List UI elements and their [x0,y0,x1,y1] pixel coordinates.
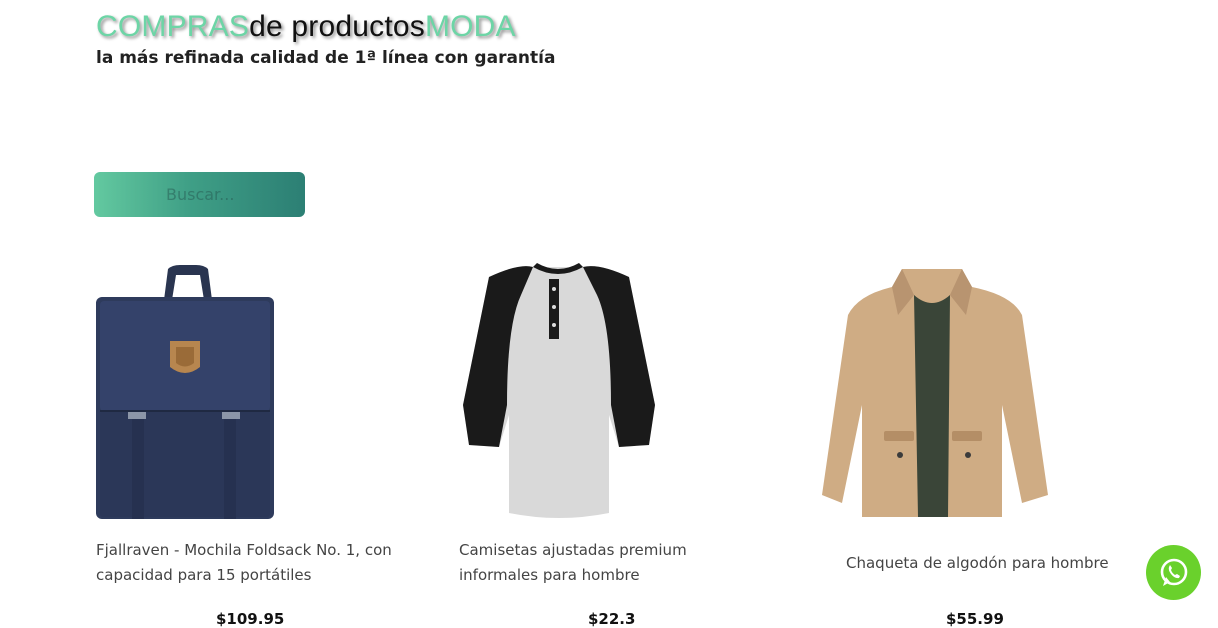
product-card[interactable]: Camisetas ajustadas premium informales p… [459,255,759,628]
product-price: $55.99 [946,610,1004,628]
product-name[interactable]: Camisetas ajustadas premium informales p… [459,538,759,588]
product-card[interactable]: Fjallraven - Mochila Foldsack No. 1, con… [96,255,396,628]
shirt-image [463,263,655,518]
whatsapp-button[interactable] [1146,545,1201,600]
brand-part-moda: MODA [424,10,516,43]
product-price: $109.95 [216,610,285,628]
tagline: la más refinada calidad de 1ª línea con … [96,48,556,68]
whatsapp-icon [1160,558,1187,586]
brand-title: COMPRASde productosMODA [96,10,516,44]
product-name[interactable]: Fjallraven - Mochila Foldsack No. 1, con… [96,538,396,588]
search-input[interactable] [94,172,305,217]
backpack-image [96,265,274,519]
jacket-image [822,269,1048,517]
product-name[interactable]: Chaqueta de algodón para hombre [846,551,1122,576]
brand-part-compras: COMPRAS [96,10,250,43]
brand-part-productos: de productos [249,10,425,43]
product-card[interactable]: Chaqueta de algodón para hombre $55.99 [822,255,1122,628]
product-price: $22.3 [588,610,636,628]
